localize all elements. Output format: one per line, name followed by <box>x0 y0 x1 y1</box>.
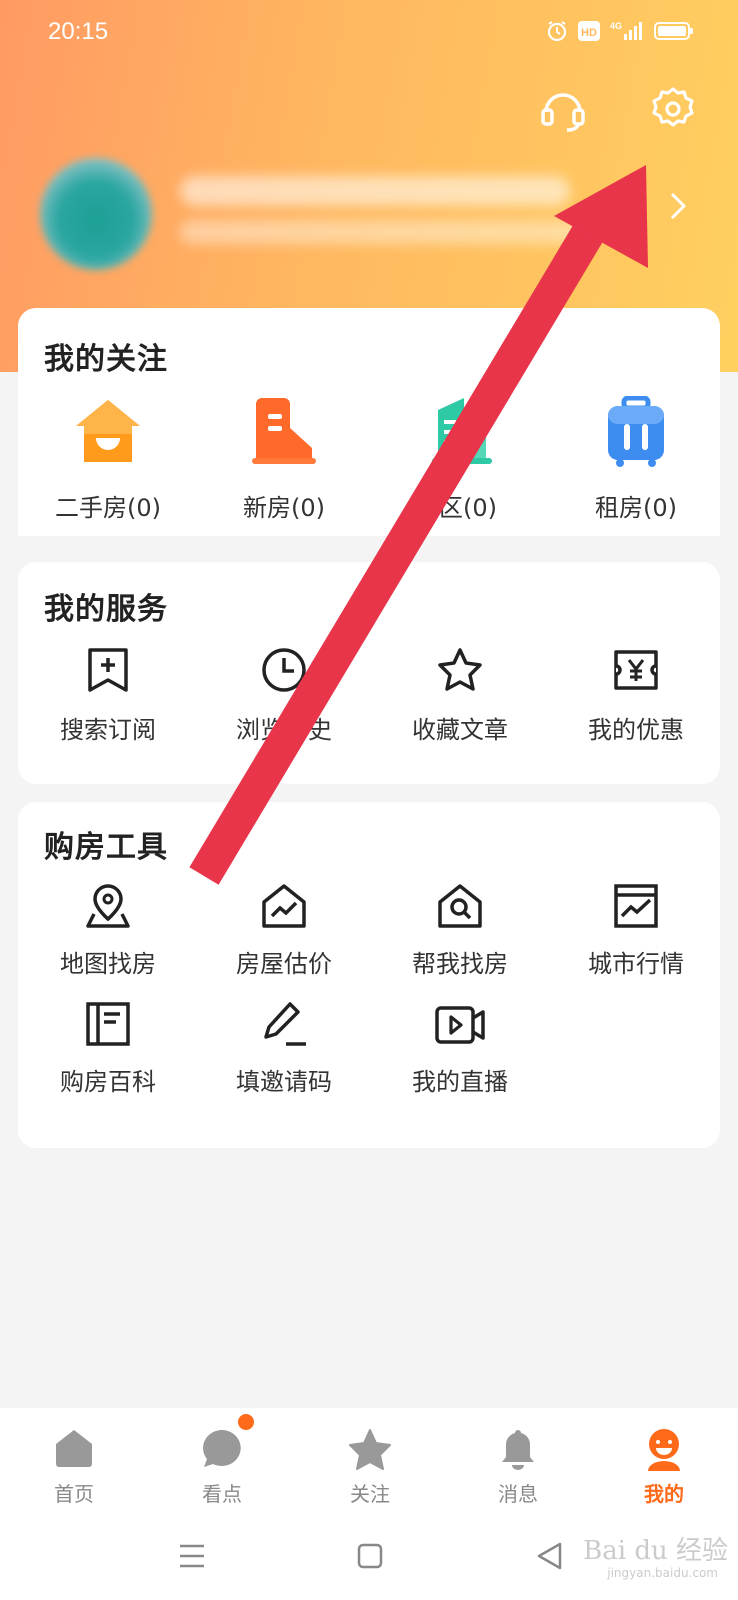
follow-item-label: 新房(0) <box>243 494 325 522</box>
tool-label: 房屋估价 <box>236 950 332 978</box>
tools-title: 购房工具 <box>44 830 168 865</box>
tool-city-market[interactable]: 城市行情 <box>548 882 724 992</box>
status-icons: HD 4G <box>546 20 694 42</box>
customer-service-button[interactable] <box>538 84 588 134</box>
profile-subtitle-blurred <box>180 220 580 244</box>
tool-invite-code[interactable]: 填邀请码 <box>196 1000 372 1110</box>
building-icon <box>252 398 316 464</box>
tool-label: 帮我找房 <box>412 950 508 978</box>
tab-label: 我的 <box>644 1482 684 1506</box>
back-triangle-icon[interactable] <box>530 1536 570 1576</box>
watermark-url: jingyan.baidu.com <box>607 1566 718 1580</box>
pencil-icon <box>264 1002 306 1046</box>
watermark: Bai du 经验 <box>583 1536 728 1566</box>
bottom-tab-bar: 首页 看点 关注 消息 我的 <box>0 1408 738 1514</box>
map-pin-icon <box>86 884 130 928</box>
chat-bubble-icon <box>203 1430 241 1467</box>
status-time: 20:15 <box>48 18 109 45</box>
service-coupons[interactable]: 我的优惠 <box>548 646 724 756</box>
follow-item-newhouse[interactable]: 新房(0) <box>196 394 372 522</box>
svg-text:HD: HD <box>581 27 597 39</box>
service-label: 搜索订阅 <box>60 716 156 744</box>
follow-item-label: 租房(0) <box>595 494 677 522</box>
service-history[interactable]: 浏览历史 <box>196 646 372 756</box>
notification-dot <box>236 1412 256 1432</box>
house-trend-icon <box>262 884 306 928</box>
tool-label: 地图找房 <box>60 950 156 978</box>
book-icon <box>86 1002 130 1046</box>
tab-home[interactable]: 首页 <box>0 1408 148 1514</box>
community-icon <box>432 398 492 464</box>
tab-label: 首页 <box>54 1482 94 1506</box>
service-label: 我的优惠 <box>588 716 684 744</box>
home-square-icon[interactable] <box>350 1536 390 1576</box>
tab-highlights[interactable]: 看点 <box>148 1408 296 1514</box>
follow-item-secondhand[interactable]: 二手房(0) <box>20 394 196 522</box>
nickname-blurred <box>180 176 570 206</box>
avatar[interactable] <box>40 158 152 270</box>
tools-card: 购房工具 地图找房 房屋估价 帮我找房 城市行情 购房百科 填邀请码 我的直播 <box>18 802 720 1148</box>
tab-label: 关注 <box>350 1482 390 1506</box>
video-icon <box>435 1006 485 1044</box>
star-filled-icon <box>349 1429 391 1470</box>
follow-item-label: 区(0) <box>439 494 497 522</box>
profile-header[interactable] <box>40 158 720 298</box>
follow-item-community[interactable]: 区(0) <box>372 394 548 522</box>
follow-item-label: 二手房(0) <box>55 494 161 522</box>
service-label: 收藏文章 <box>412 716 508 744</box>
tool-label: 填邀请码 <box>236 1068 332 1096</box>
chevron-right-icon <box>670 192 687 220</box>
home-icon <box>56 1430 92 1467</box>
hd-icon: HD <box>578 21 600 41</box>
tab-follow[interactable]: 关注 <box>296 1408 444 1514</box>
services-card: 我的服务 搜索订阅 浏览历史 收藏文章 我的优惠 <box>18 562 720 784</box>
tab-messages[interactable]: 消息 <box>444 1408 592 1514</box>
service-label: 浏览历史 <box>236 716 332 744</box>
tool-label: 我的直播 <box>412 1068 508 1096</box>
tab-label: 消息 <box>498 1482 538 1506</box>
house-icon <box>76 400 140 462</box>
follow-card: 我的关注 二手房(0) 新房(0) 区(0) 租房(0) <box>18 308 720 536</box>
signal-4g-icon: 4G <box>610 21 642 40</box>
settings-button[interactable] <box>648 84 698 134</box>
profile-face-icon <box>648 1429 680 1471</box>
star-icon <box>438 648 482 691</box>
tool-help-find[interactable]: 帮我找房 <box>372 882 548 992</box>
service-favorites[interactable]: 收藏文章 <box>372 646 548 756</box>
svg-text:4G: 4G <box>610 21 622 31</box>
tool-valuation[interactable]: 房屋估价 <box>196 882 372 992</box>
tool-label: 城市行情 <box>588 950 684 978</box>
bookmark-plus-icon <box>88 648 128 692</box>
battery-icon <box>654 22 693 40</box>
tab-label: 看点 <box>202 1482 242 1506</box>
follow-title: 我的关注 <box>44 342 168 377</box>
house-search-icon <box>438 884 482 928</box>
alarm-icon <box>547 21 567 42</box>
tool-label: 购房百科 <box>60 1068 156 1096</box>
luggage-icon <box>608 396 664 467</box>
tool-encyclopedia[interactable]: 购房百科 <box>20 1000 196 1110</box>
tool-map-search[interactable]: 地图找房 <box>20 882 196 992</box>
tab-me[interactable]: 我的 <box>590 1408 738 1514</box>
chart-window-icon <box>614 884 658 928</box>
status-bar: 20:15 HD 4G <box>0 0 738 66</box>
system-nav-bar: Bai du 经验 jingyan.baidu.com <box>0 1514 738 1600</box>
gear-icon <box>652 87 694 127</box>
tool-my-live[interactable]: 我的直播 <box>372 1000 548 1110</box>
menu-icon[interactable] <box>172 1536 212 1576</box>
service-search-subscribe[interactable]: 搜索订阅 <box>20 646 196 756</box>
services-title: 我的服务 <box>44 592 168 627</box>
yen-ticket-icon <box>614 650 658 690</box>
bell-icon <box>502 1430 534 1470</box>
follow-item-rent[interactable]: 租房(0) <box>548 394 724 522</box>
headset-icon <box>541 93 585 132</box>
clock-icon <box>262 648 306 692</box>
